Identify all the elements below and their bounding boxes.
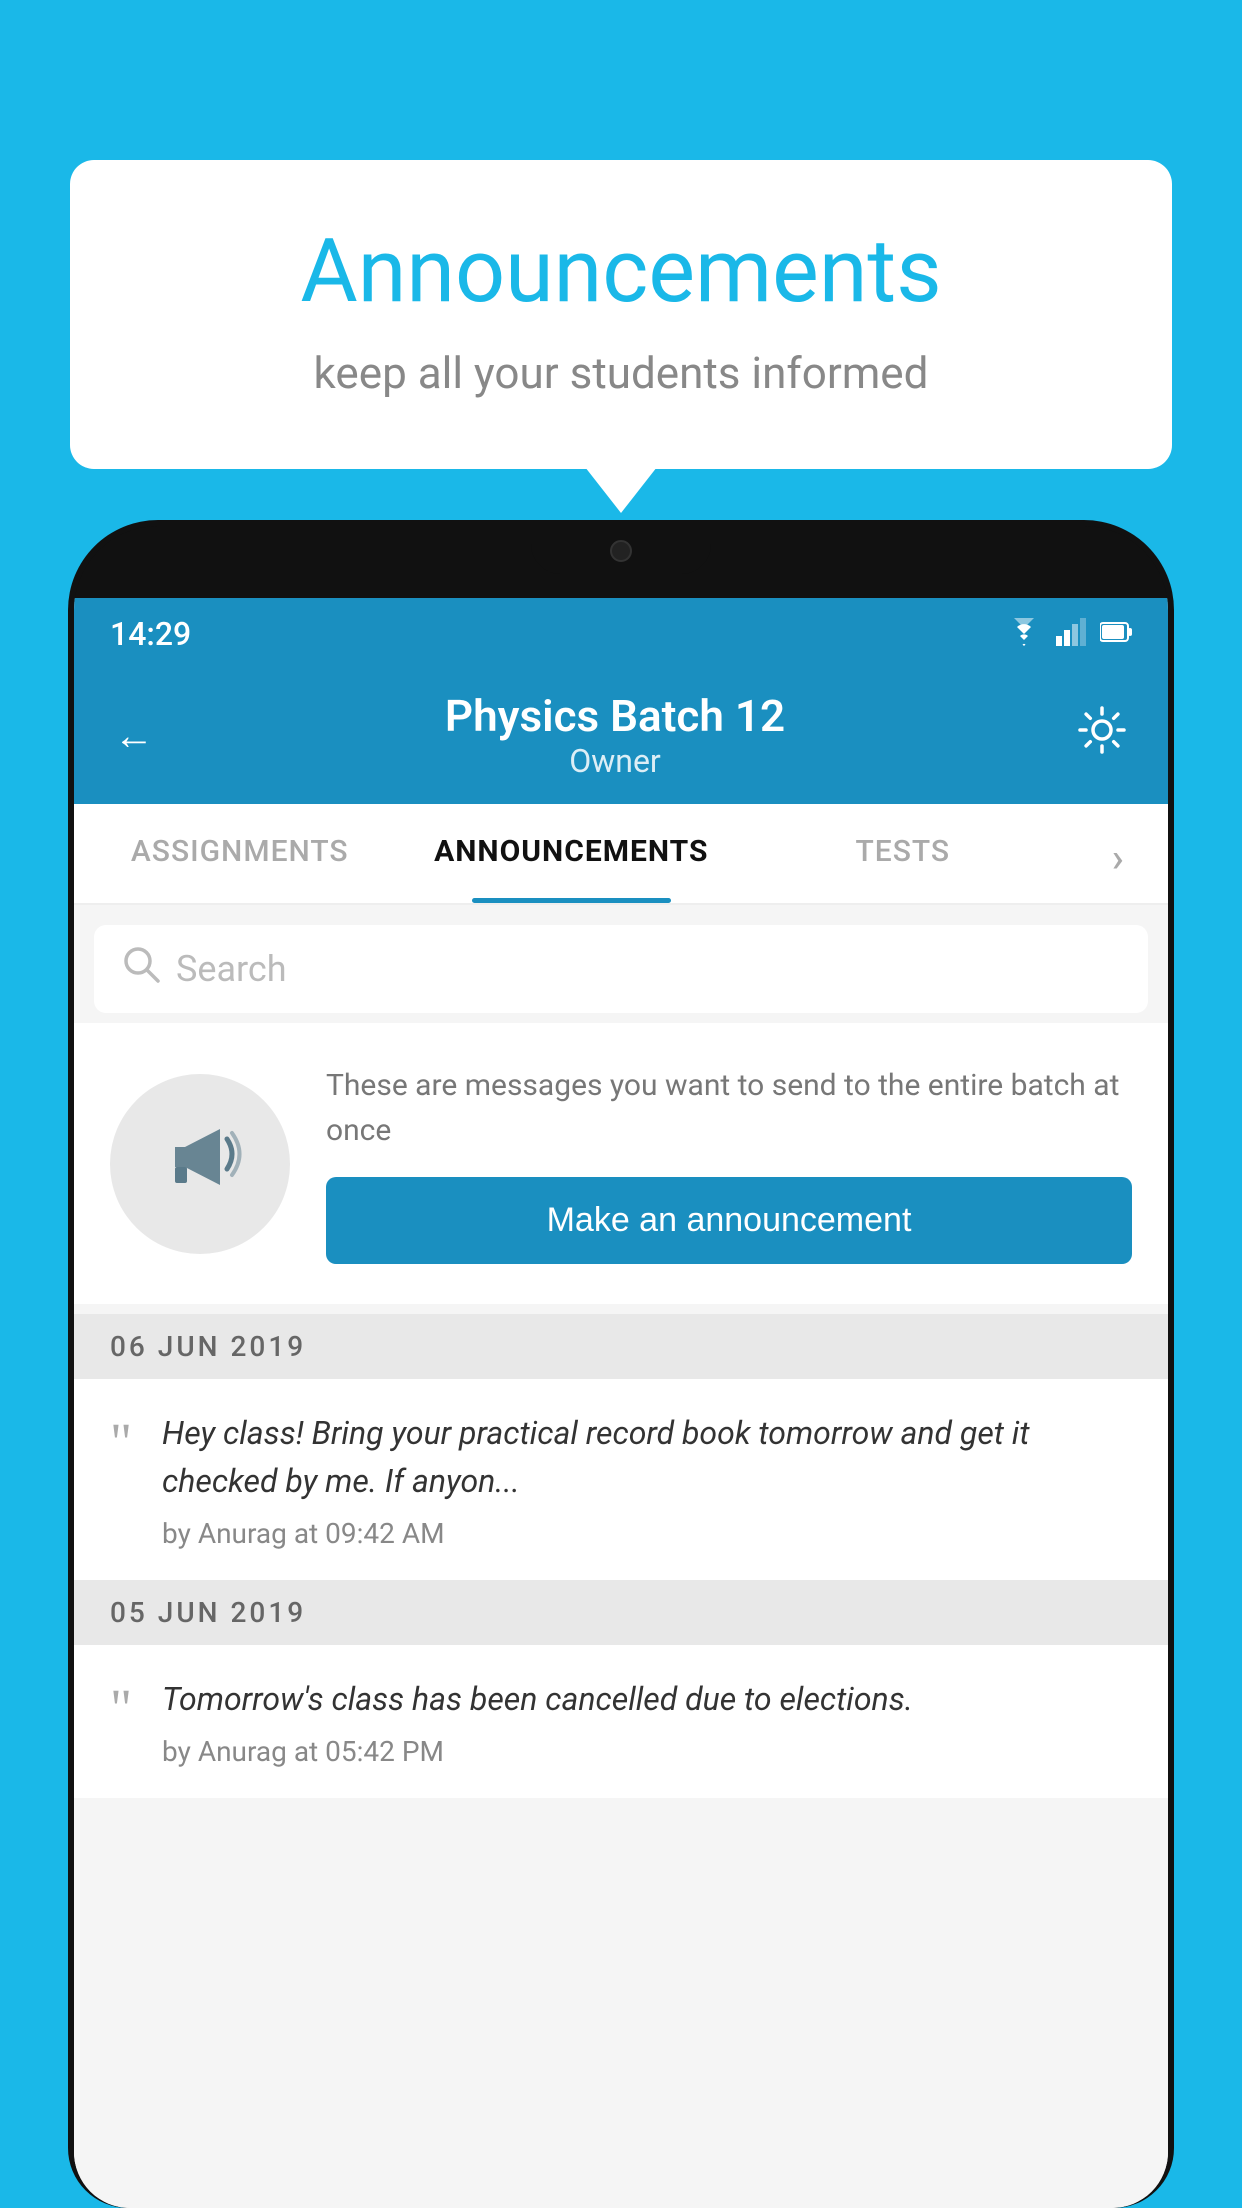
announcement-meta-1: by Anurag at 09:42 AM [162,1517,1132,1550]
quote-icon-2: " [110,1681,132,1735]
megaphone-circle [110,1074,290,1254]
status-icons [1006,618,1132,650]
announcement-item-1[interactable]: " Hey class! Bring your practical record… [74,1379,1168,1580]
announcement-content-1: Hey class! Bring your practical record b… [162,1409,1132,1550]
speech-bubble: Announcements keep all your students inf… [70,160,1172,469]
announcement-description: These are messages you want to send to t… [326,1063,1132,1153]
status-bar: 14:29 [74,598,1168,670]
status-time: 14:29 [110,615,191,653]
battery-icon [1100,621,1132,647]
tab-more[interactable]: › [1069,804,1168,903]
announcement-text-1: Hey class! Bring your practical record b… [162,1409,1132,1505]
search-icon [122,945,160,993]
date-separator-1: 06 JUN 2019 [74,1314,1168,1379]
back-button[interactable]: ← [114,712,154,759]
bubble-subtitle: keep all your students informed [150,347,1092,399]
make-announcement-button[interactable]: Make an announcement [326,1177,1132,1264]
announcement-meta-2: by Anurag at 05:42 PM [162,1735,1132,1768]
announcement-item-2[interactable]: " Tomorrow's class has been cancelled du… [74,1645,1168,1798]
megaphone-icon [155,1109,245,1219]
camera-dot [610,540,632,562]
announcement-prompt-card: These are messages you want to send to t… [74,1023,1168,1304]
quote-icon-1: " [110,1415,132,1469]
wifi-icon [1006,618,1042,650]
search-input[interactable]: Search [176,948,287,990]
bubble-title: Announcements [150,220,1092,323]
phone-notch [531,526,711,574]
phone-frame: 14:29 [68,520,1174,2208]
tabs-bar: ASSIGNMENTS ANNOUNCEMENTS TESTS › [74,804,1168,905]
announcement-right: These are messages you want to send to t… [326,1063,1132,1264]
announcement-text-2: Tomorrow's class has been cancelled due … [162,1675,1132,1723]
tab-announcements[interactable]: ANNOUNCEMENTS [406,804,738,903]
tab-tests[interactable]: TESTS [737,804,1069,903]
header-center: Physics Batch 12 Owner [445,690,785,780]
header-title: Physics Batch 12 [445,690,785,742]
search-bar[interactable]: Search [94,925,1148,1013]
content-area: Search [74,905,1168,2208]
header-subtitle: Owner [445,742,785,780]
announcement-content-2: Tomorrow's class has been cancelled due … [162,1675,1132,1768]
settings-icon[interactable] [1076,704,1128,767]
signal-icon [1056,618,1086,650]
app-header: ← Physics Batch 12 Owner [74,670,1168,804]
phone-inner: 14:29 [74,526,1168,2208]
date-separator-2: 05 JUN 2019 [74,1580,1168,1645]
phone-screen: 14:29 [74,598,1168,2208]
tab-assignments[interactable]: ASSIGNMENTS [74,804,406,903]
speech-bubble-section: Announcements keep all your students inf… [70,160,1172,469]
